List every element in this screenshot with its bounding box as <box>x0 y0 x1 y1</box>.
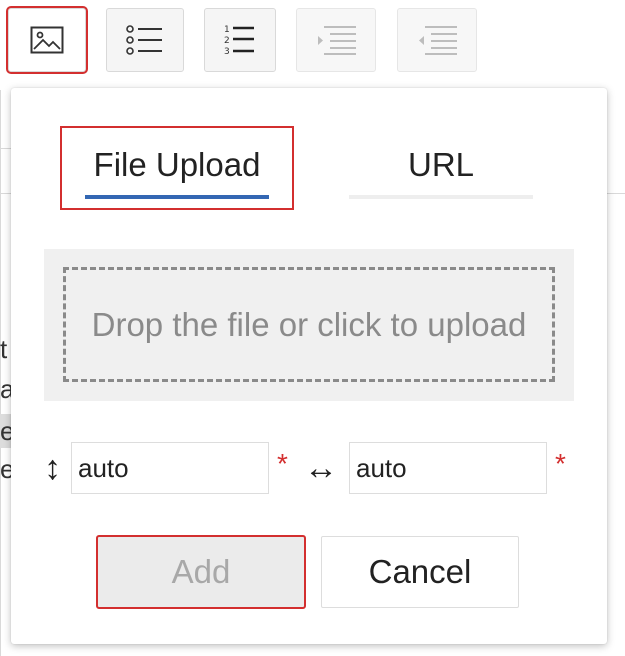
insert-image-button[interactable] <box>6 6 88 74</box>
indent-button[interactable] <box>296 8 376 72</box>
insert-image-dialog: File Upload URL Drop the file or click t… <box>11 88 607 644</box>
bulleted-list-button[interactable] <box>106 8 184 72</box>
height-input[interactable] <box>71 442 269 494</box>
tab-file-upload[interactable]: File Upload <box>60 126 294 210</box>
numbered-list-button[interactable]: 1 2 3 <box>204 8 276 72</box>
tab-selected-indicator <box>85 195 269 199</box>
tab-label: File Upload <box>93 146 261 183</box>
dropzone-text: Drop the file or click to upload <box>91 305 527 343</box>
editor-toolbar: 1 2 3 <box>0 0 625 90</box>
numbered-list-icon: 1 2 3 <box>224 25 254 57</box>
height-arrows-icon: ↕ <box>44 449 61 487</box>
file-dropzone[interactable]: Drop the file or click to upload <box>63 267 555 382</box>
upload-area: Drop the file or click to upload <box>44 249 574 401</box>
outdent-button[interactable] <box>397 8 477 72</box>
tab-url[interactable]: URL <box>349 126 533 210</box>
bulleted-list-icon <box>126 25 162 55</box>
required-marker: * <box>277 448 288 479</box>
indent-icon <box>318 26 356 55</box>
svg-text:1: 1 <box>224 25 230 35</box>
outdent-icon <box>419 26 457 55</box>
tab-label: URL <box>407 146 475 183</box>
required-marker: * <box>555 448 566 479</box>
add-button[interactable]: Add <box>96 535 306 609</box>
svg-text:2: 2 <box>224 36 230 46</box>
svg-text:3: 3 <box>224 47 230 57</box>
image-icon <box>30 26 64 54</box>
width-arrows-icon: ↔ <box>304 449 338 487</box>
width-input[interactable] <box>349 442 547 494</box>
tab-indicator <box>349 195 533 199</box>
dimensions-row: ↕ * ↔ * <box>11 440 607 496</box>
cancel-button[interactable]: Cancel <box>321 536 519 608</box>
